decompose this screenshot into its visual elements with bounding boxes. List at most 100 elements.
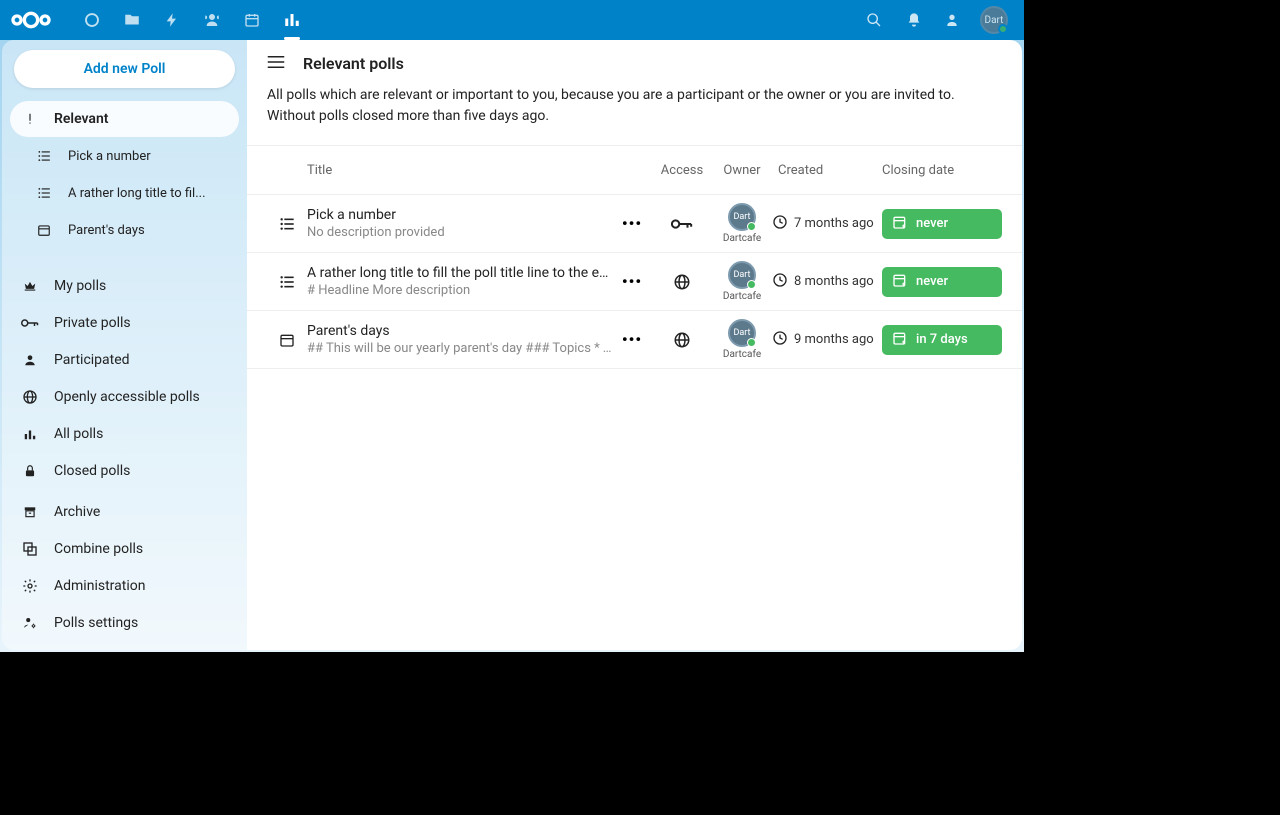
- owner-cell[interactable]: DartDartcafe: [712, 261, 772, 302]
- poll-row[interactable]: A rather long title to fill the poll tit…: [247, 253, 1022, 311]
- sidebar-poll-long-title[interactable]: A rather long title to fil...: [10, 175, 239, 211]
- sidebar-item-label: All polls: [54, 426, 103, 442]
- menu-toggle-icon[interactable]: [267, 54, 285, 73]
- col-title[interactable]: Title: [307, 163, 612, 178]
- list-icon: [36, 186, 52, 200]
- sidebar-item-label: A rather long title to fil...: [68, 186, 206, 201]
- poll-title: Parent's days: [307, 323, 612, 339]
- top-bar: Dart: [0, 0, 1024, 40]
- more-actions80-icon[interactable]: •••: [612, 214, 652, 233]
- access-key-icon: [652, 217, 712, 231]
- calendar-arrow-icon: [892, 214, 908, 234]
- sidebar-item-archive[interactable]: Archive: [10, 494, 239, 530]
- sidebar-item-openly-accessible[interactable]: Openly accessible polls: [10, 379, 239, 415]
- dashboard-icon[interactable]: [72, 0, 112, 40]
- calendar-icon: [267, 332, 307, 348]
- person-gear-icon: [22, 616, 38, 630]
- owner-name: Dartcafe: [723, 349, 761, 360]
- sidebar-item-combine[interactable]: Combine polls: [10, 531, 239, 567]
- sidebar-item-label: My polls: [54, 278, 106, 294]
- list-icon: [36, 149, 52, 163]
- created-text: 7 months ago: [794, 216, 874, 231]
- activity-icon[interactable]: [152, 0, 192, 40]
- lock-icon: [22, 464, 38, 478]
- access-globe-icon: [652, 331, 712, 349]
- created-cell: 7 months ago: [772, 214, 882, 234]
- table-header: Title Access Owner Created Closing date: [247, 145, 1022, 195]
- sidebar-item-private-polls[interactable]: Private polls: [10, 305, 239, 341]
- sidebar-item-relevant[interactable]: Relevant: [10, 101, 239, 137]
- list-icon: [267, 274, 307, 290]
- status-online-icon: [747, 222, 756, 231]
- sidebar-item-participated[interactable]: Participated: [10, 342, 239, 378]
- more-actions80-icon[interactable]: •••: [612, 330, 652, 349]
- sidebar-item-closed-polls[interactable]: Closed polls: [10, 453, 239, 489]
- status-online-icon: [998, 24, 1008, 34]
- col-access[interactable]: Access: [652, 163, 712, 178]
- more-actions80-icon[interactable]: •••: [612, 272, 652, 291]
- sidebar-item-label: Polls settings: [54, 615, 138, 631]
- col-closing[interactable]: Closing date: [882, 163, 1002, 178]
- owner-avatar: Dart: [728, 261, 756, 289]
- nextcloud-logo[interactable]: [10, 10, 52, 30]
- poll-description: No description provided: [307, 225, 612, 240]
- sidebar-item-all-polls[interactable]: All polls: [10, 416, 239, 452]
- page-title: Relevant polls: [303, 54, 404, 73]
- crown-icon: [22, 279, 38, 293]
- files-icon[interactable]: [112, 0, 152, 40]
- calendar-icon: [36, 223, 52, 237]
- sidebar-item-administration[interactable]: Administration: [10, 568, 239, 604]
- clock-icon: [772, 214, 788, 234]
- sidebar-item-label: Relevant: [54, 111, 108, 127]
- sidebar-item-label: Parent's days: [68, 223, 145, 238]
- contacts-icon[interactable]: [192, 0, 232, 40]
- polls-icon[interactable]: [272, 0, 312, 40]
- owner-cell[interactable]: DartDartcafe: [712, 203, 772, 244]
- sidebar-item-label: Openly accessible polls: [54, 389, 200, 405]
- sidebar-poll-pick-a-number[interactable]: Pick a number: [10, 138, 239, 174]
- closing-text: never: [916, 216, 948, 231]
- sidebar-item-label: Pick a number: [68, 149, 151, 164]
- created-text: 9 months ago: [794, 332, 874, 347]
- poll-row[interactable]: Pick a number No description provided••• D…: [247, 195, 1022, 253]
- poll-description: ## This will be our yearly parent's day …: [307, 341, 612, 356]
- key-icon: [22, 317, 38, 329]
- sidebar-item-label: Closed polls: [54, 463, 130, 479]
- closing-badge: never: [882, 267, 1002, 297]
- sidebar: Add new Poll Relevant Pick a number A ra…: [2, 40, 247, 650]
- access-globe-icon: [652, 273, 712, 291]
- calendar-icon[interactable]: [232, 0, 272, 40]
- user-avatar[interactable]: Dart: [974, 0, 1014, 40]
- important-icon: [22, 112, 38, 126]
- col-created[interactable]: Created: [772, 163, 882, 178]
- closing-text: never: [916, 274, 948, 289]
- closing-text: in 7 days: [916, 332, 968, 347]
- archive-icon: [22, 505, 38, 519]
- status-online-icon: [747, 338, 756, 347]
- poll-title: Pick a number: [307, 207, 612, 223]
- sidebar-poll-parents-days[interactable]: Parent's days: [10, 212, 239, 248]
- poll-description: # Headline More description: [307, 283, 612, 298]
- notifications-icon[interactable]: [894, 0, 934, 40]
- status-online-icon: [747, 280, 756, 289]
- sidebar-item-label: Private polls: [54, 315, 131, 331]
- owner-avatar: Dart: [728, 319, 756, 347]
- main-content: Relevant polls All polls which are relev…: [247, 40, 1022, 650]
- sidebar-item-my-polls[interactable]: My polls: [10, 268, 239, 304]
- clock-icon: [772, 272, 788, 292]
- add-new-poll-button[interactable]: Add new Poll: [14, 50, 235, 88]
- search-icon[interactable]: [854, 0, 894, 40]
- globe-icon: [22, 389, 38, 405]
- owner-cell[interactable]: Dart Dartcafe: [712, 319, 772, 360]
- closing-badge: in 7 days: [882, 325, 1002, 355]
- sidebar-item-polls-settings[interactable]: Polls settings: [10, 605, 239, 641]
- owner-name: Dartcafe: [723, 233, 761, 244]
- contacts-menu-icon[interactable]: [934, 0, 974, 40]
- sidebar-item-label: Participated: [54, 352, 130, 368]
- closing-badge: never: [882, 209, 1002, 239]
- sidebar-item-label: Combine polls: [54, 541, 143, 557]
- col-owner[interactable]: Owner: [712, 163, 772, 178]
- poll-row[interactable]: Parent's days ## This will be our yearly …: [247, 311, 1022, 369]
- gear-icon: [22, 578, 38, 594]
- list-icon: [267, 216, 307, 232]
